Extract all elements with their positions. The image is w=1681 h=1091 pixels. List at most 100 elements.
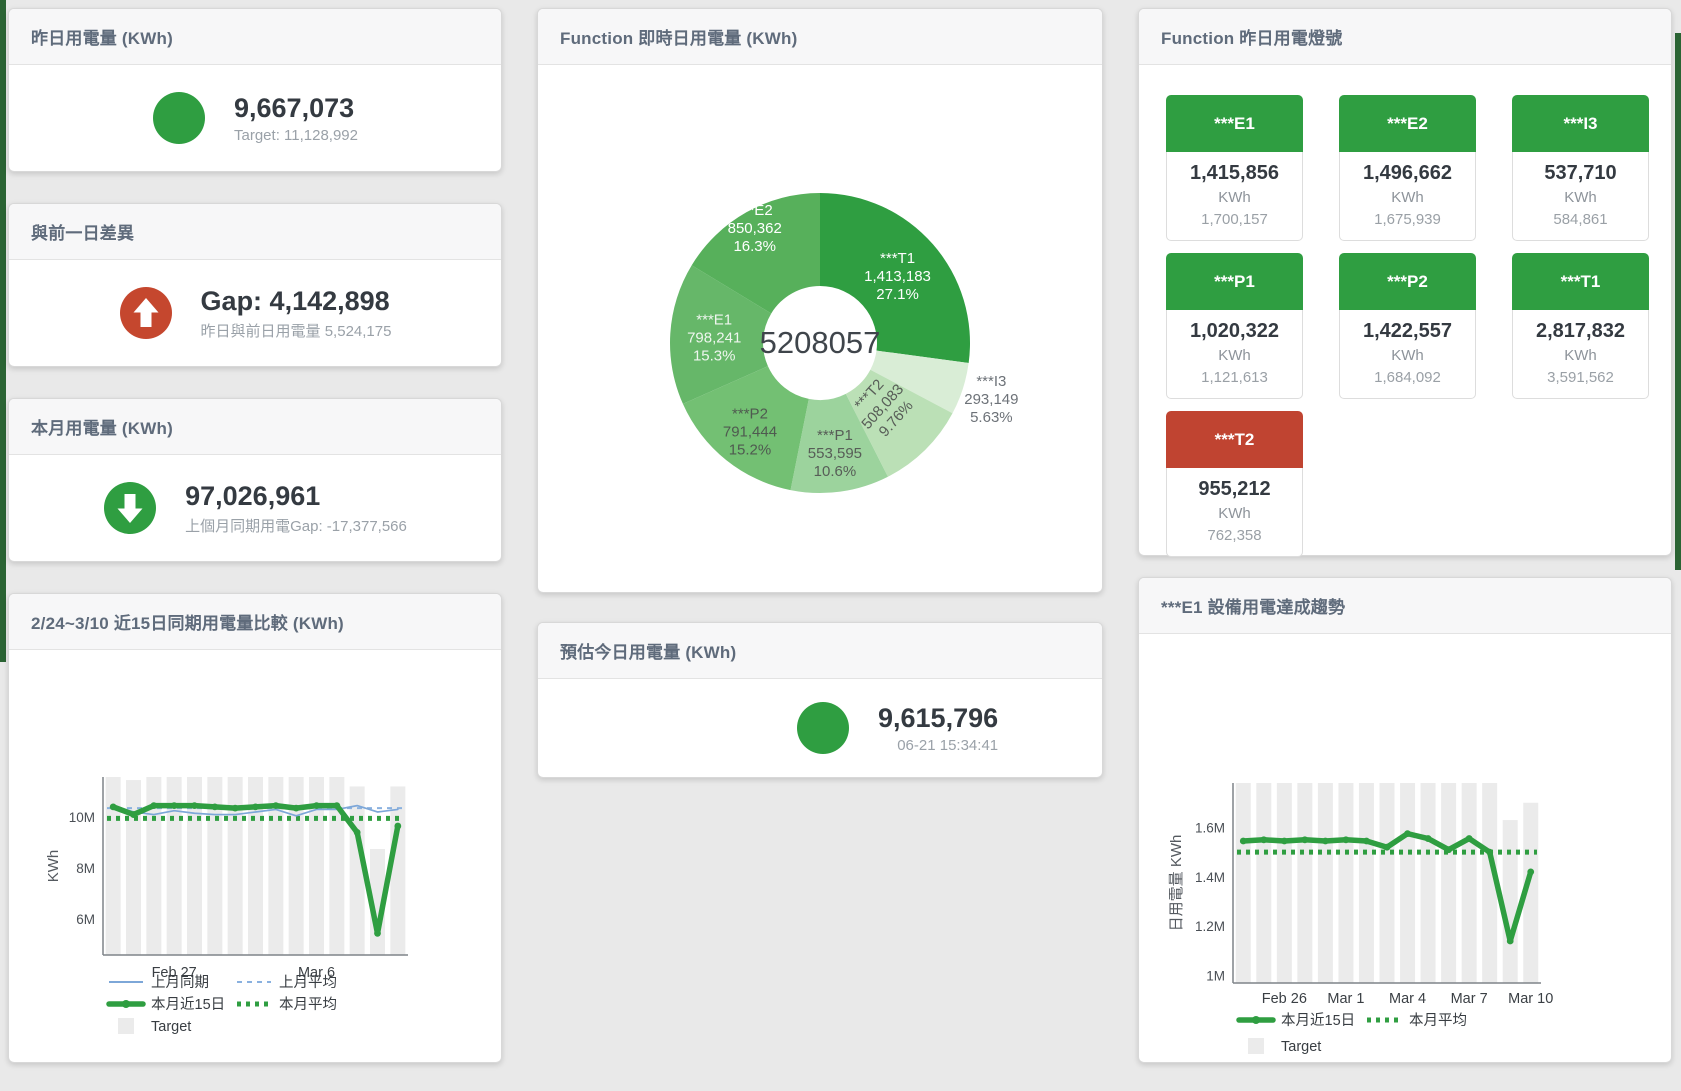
tile-target: 1,121,613 [1169,366,1300,389]
device-tile-P1: ***P1 1,020,322KWh1,121,613 [1166,253,1303,399]
svg-text:上月平均: 上月平均 [279,974,337,991]
dashboard: { "page": { "background": "#e9e9e9", "ed… [0,0,1681,1091]
legend-item-本月近15日: 本月近15日 [1239,1012,1355,1029]
tile-status-header: ***T2 [1166,411,1303,468]
arrow-down-circle-icon [103,481,157,535]
legend-item-上月平均: 上月平均 [237,974,337,991]
svg-text:上月同期: 上月同期 [151,974,209,991]
svg-text:Target: Target [1281,1039,1321,1055]
stat-body: 97,026,961 上個月同期用電Gap: -17,377,566 [9,455,501,561]
tile-unit: KWh [1342,187,1473,208]
tile-status-header: ***E2 [1339,95,1476,152]
tile-value: 1,496,662 [1342,159,1473,187]
status-circle-icon [796,701,850,755]
arrow-up-glyph [119,286,173,340]
circle-glyph [796,701,850,755]
device-tile-E2: ***E2 1,496,662KWh1,675,939 [1339,95,1476,241]
stat-subtitle: Target: 11,128,992 [234,127,358,144]
tile-unit: KWh [1169,345,1300,366]
stat-subtitle: 昨日與前日用電量 5,524,175 [201,320,392,341]
x-tick-label: Mar 7 [1451,991,1488,1007]
compare15-chart: 6M8M10MFeb 27Mar 6KWh上月同期上月平均本月近15日本月平均T… [9,650,501,1062]
tile-target: 1,675,939 [1342,208,1473,231]
tile-status-header: ***P2 [1339,253,1476,310]
tile-status-header: ***E1 [1166,95,1303,152]
svg-text:本月平均: 本月平均 [1409,1012,1467,1029]
stat-timestamp: 06-21 15:34:41 [878,737,998,754]
panel-title: 預估今日用電量 (KWh) [538,623,1102,679]
legend-item-本月平均: 本月平均 [237,996,337,1013]
device-tiles-grid: ***E11,415,856KWh1,700,157 ***E2 1,496,662… [1139,65,1659,557]
tile-value: 537,710 [1515,159,1646,187]
legend-item-本月近15日: 本月近15日 [109,996,225,1013]
arrow-down-glyph [103,481,157,535]
panel-15day-compare-chart: 2/24~3/10 近15日同期用電量比較 (KWh) 6M8M10MFeb 2… [8,593,502,1063]
donut-chart: ***T11,413,18327.1%***I3293,1495.63%***T… [538,65,1102,592]
panel-realtime-donut: Function 即時日用電量 (KWh) ***T11,413,18327.1… [537,8,1103,593]
y-tick-label: 10M [69,810,95,825]
x-tick-label: Mar 1 [1327,991,1364,1007]
tile-target: 1,700,157 [1169,208,1300,231]
tile-target: 1,684,092 [1342,366,1473,389]
tile-body: 1,415,856KWh1,700,157 [1166,152,1303,241]
panel-title: 本月用電量 (KWh) [9,399,501,455]
panel-month-usage: 本月用電量 (KWh) 97,026,961 上個月同期用電Gap: -17,3… [8,398,502,562]
stat-value: 97,026,961 [185,480,407,512]
tile-value: 1,020,322 [1169,317,1300,345]
target-bars [1236,783,1538,983]
y-tick-label: 8M [76,861,95,876]
chart-area: ***T11,413,18327.1%***I3293,1495.63%***T… [538,65,1102,592]
stat-body: Gap: 4,142,898 昨日與前日用電量 5,524,175 [9,260,501,366]
svg-text:本月近15日: 本月近15日 [151,996,225,1013]
y-tick-label: 6M [76,912,95,927]
panel-yesterday-usage: 昨日用電量 (KWh) 9,667,073 Target: 11,128,992 [8,8,502,172]
tile-body: 537,710KWh584,861 [1512,152,1649,241]
tile-status-header: ***I3 [1512,95,1649,152]
stat-value: Gap: 4,142,898 [201,285,392,317]
donut-slice-label: ***I3293,1495.63% [964,373,1018,426]
panel-title: 昨日用電量 (KWh) [9,9,501,65]
tile-body: 955,212KWh762,358 [1166,468,1303,557]
stat-value: 9,667,073 [234,92,358,124]
stat-text: 9,615,796 06-21 15:34:41 [878,702,998,754]
legend-item-上月同期: 上月同期 [109,974,209,991]
stat-text: Gap: 4,142,898 昨日與前日用電量 5,524,175 [201,285,392,341]
svg-text:本月平均: 本月平均 [279,996,337,1013]
device-tile-E1: ***E11,415,856KWh1,700,157 [1166,95,1303,241]
panel-status-lights: Function 昨日用電燈號 ***E11,415,856KWh1,700,1… [1138,8,1672,556]
tile-unit: KWh [1515,187,1646,208]
device-tile-T1: ***T1 2,817,832KWh3,591,562 [1512,253,1649,399]
y-tick-label: 1.2M [1195,919,1225,934]
tile-unit: KWh [1342,345,1473,366]
tile-status-header: ***T1 [1512,253,1649,310]
device-tile-T2: ***T2955,212KWh762,358 [1166,411,1303,557]
x-tick-label: Feb 26 [1262,991,1307,1007]
x-tick-label: Mar 4 [1389,991,1426,1007]
y-axis-label: 日用電量 KWh [1168,835,1185,932]
stat-text: 9,667,073 Target: 11,128,992 [234,92,358,144]
tile-target: 762,358 [1169,524,1300,547]
tile-unit: KWh [1515,345,1646,366]
arrow-up-circle-icon [119,286,173,340]
panel-title: ***E1 設備用電達成趨勢 [1139,578,1671,634]
panel-title: 2/24~3/10 近15日同期用電量比較 (KWh) [9,594,501,650]
panel-title: 與前一日差異 [9,204,501,260]
device-tile-I3: ***I3537,710KWh584,861 [1512,95,1649,241]
y-tick-label: 1M [1206,969,1225,984]
legend-item-Target: Target [1248,1038,1321,1055]
svg-text:本月近15日: 本月近15日 [1281,1012,1355,1029]
tile-value: 1,422,557 [1342,317,1473,345]
tile-status-header: ***P1 [1166,253,1303,310]
donut-center-total: 5208057 [760,325,881,360]
panel-title: Function 即時日用電量 (KWh) [538,9,1102,65]
chart-area: 6M8M10MFeb 27Mar 6KWh上月同期上月平均本月近15日本月平均T… [9,650,501,1062]
y-axis-label: KWh [45,850,62,883]
stat-text: 97,026,961 上個月同期用電Gap: -17,377,566 [185,480,407,536]
tile-target: 3,591,562 [1515,366,1646,389]
device-tile-P2: ***P2 1,422,557KWh1,684,092 [1339,253,1476,399]
tile-value: 2,817,832 [1515,317,1646,345]
x-tick-label: Mar 10 [1508,991,1553,1007]
y-tick-label: 1.4M [1195,870,1225,885]
stat-body: 9,615,796 06-21 15:34:41 [538,679,1102,777]
circle-glyph [152,91,206,145]
